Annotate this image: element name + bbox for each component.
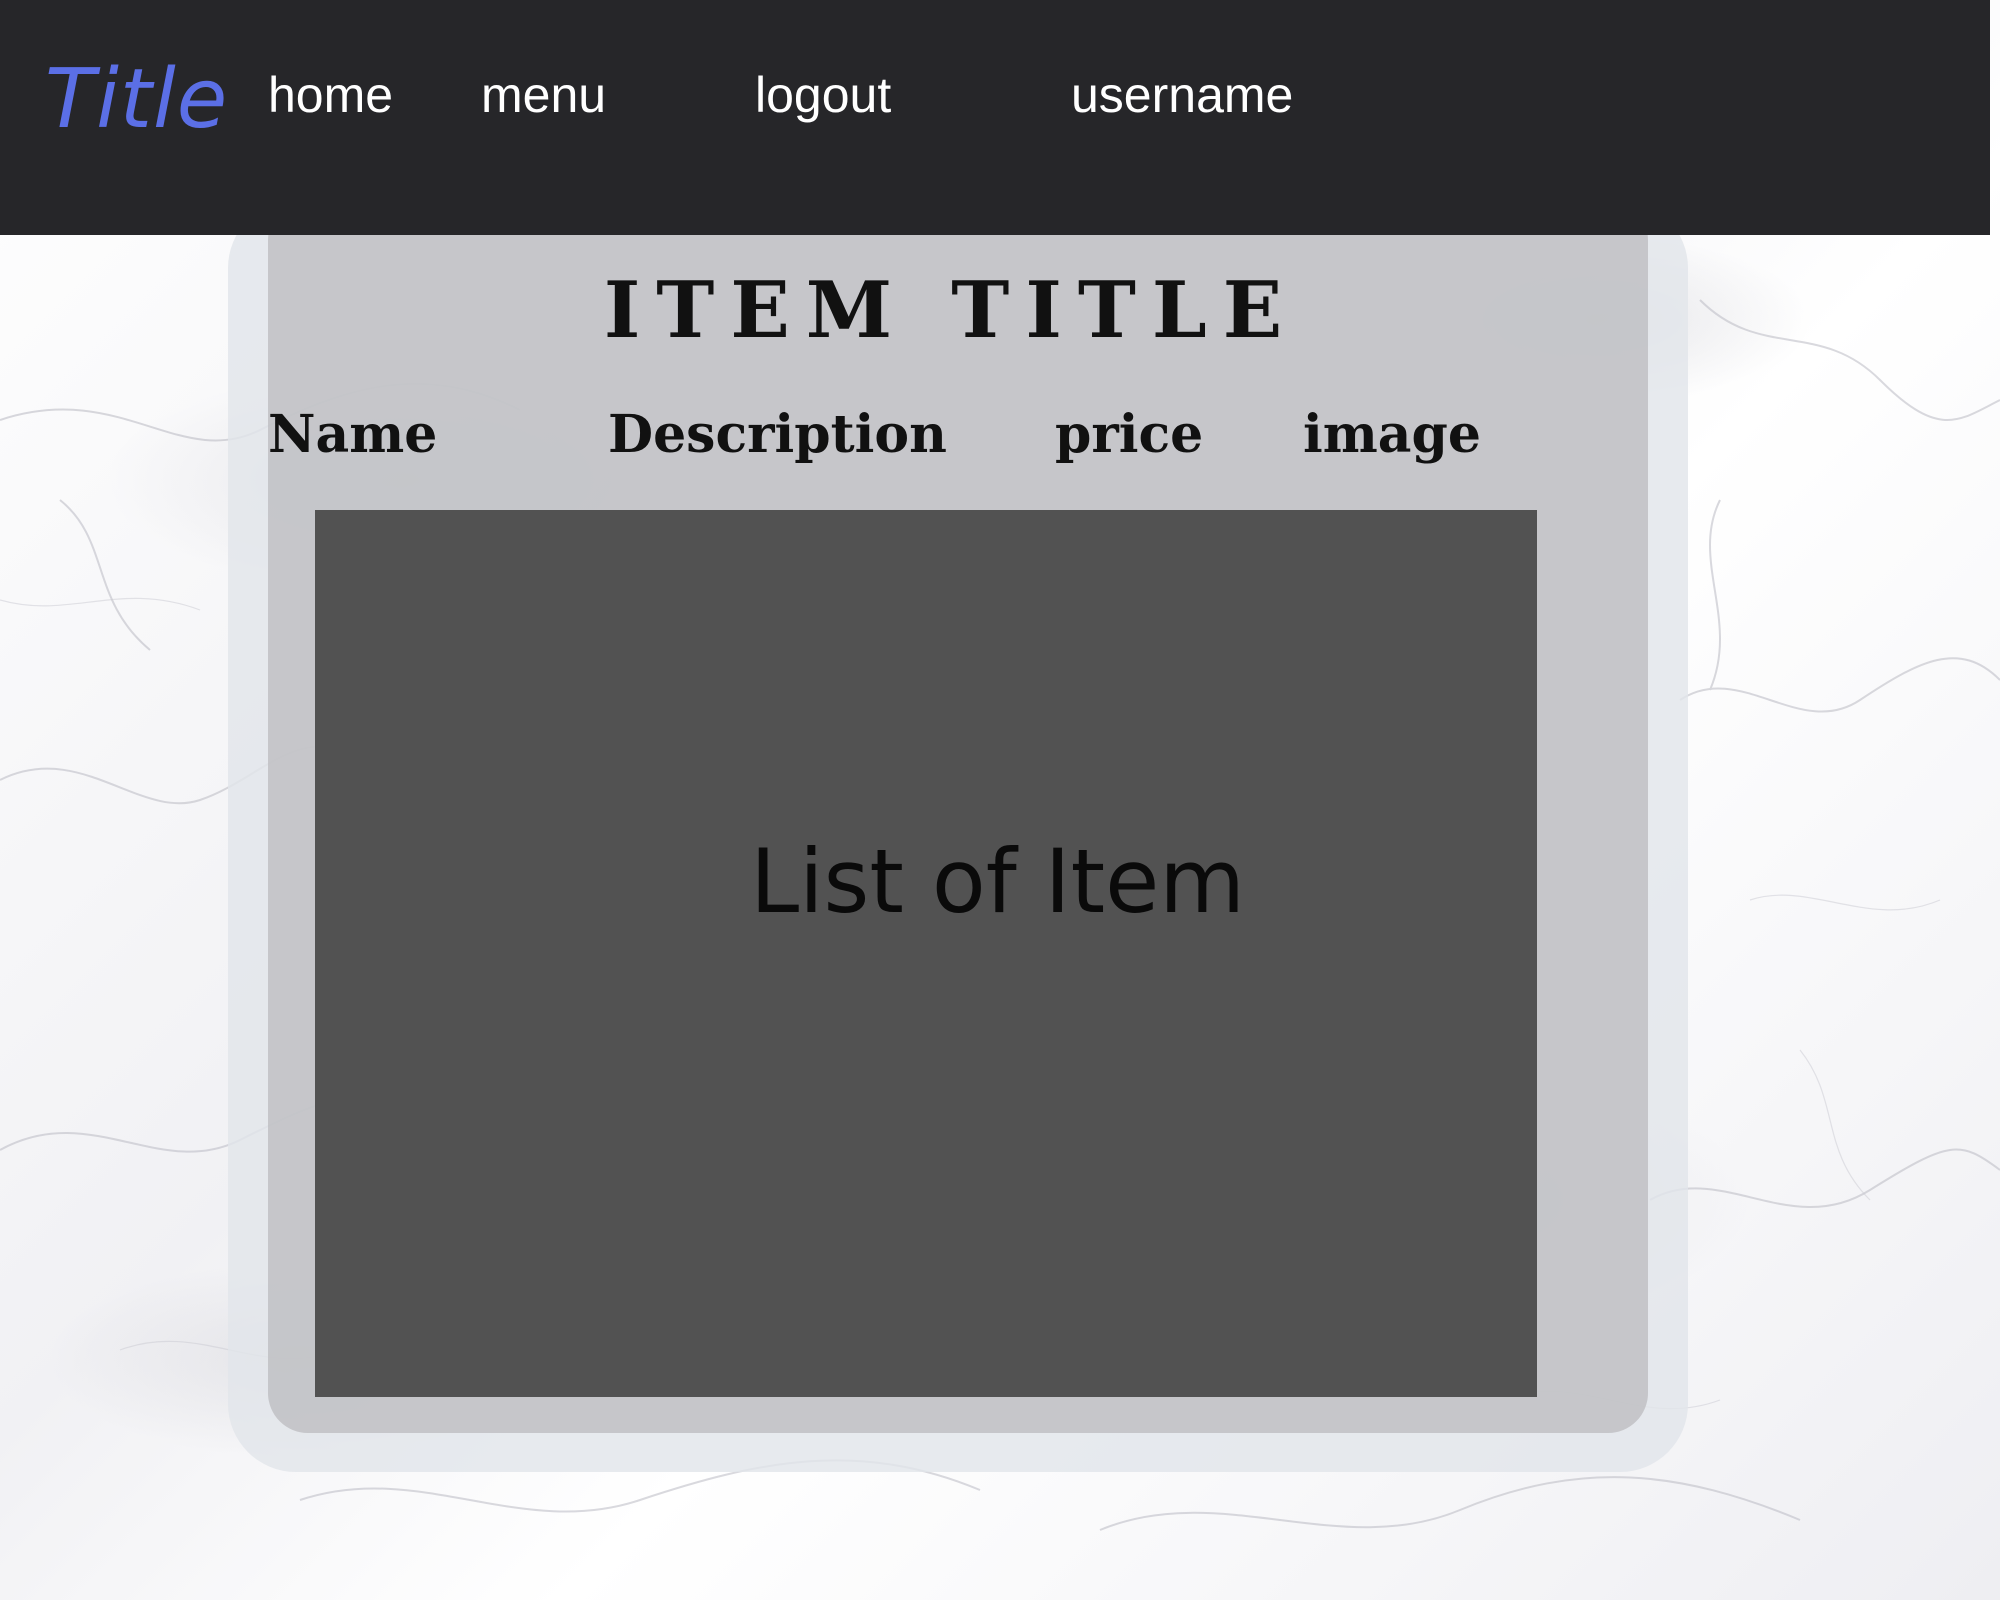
nav-link-username[interactable]: username <box>1071 66 1293 124</box>
brand-title[interactable]: Title <box>45 52 228 147</box>
column-header-image: image <box>1303 404 1481 465</box>
column-header-name: Name <box>268 404 438 465</box>
column-header-description: Description <box>608 404 947 465</box>
top-navbar: Title home menu logout username <box>0 0 1990 235</box>
column-header-price: price <box>1055 404 1204 465</box>
item-list-placeholder: List of Item <box>750 830 1245 933</box>
nav-link-menu[interactable]: menu <box>481 66 606 124</box>
nav-link-logout[interactable]: logout <box>755 66 891 124</box>
item-title: ITEM TITLE <box>603 265 1299 356</box>
nav-link-home[interactable]: home <box>268 66 393 124</box>
item-list-panel: List of Item <box>315 510 1537 1397</box>
